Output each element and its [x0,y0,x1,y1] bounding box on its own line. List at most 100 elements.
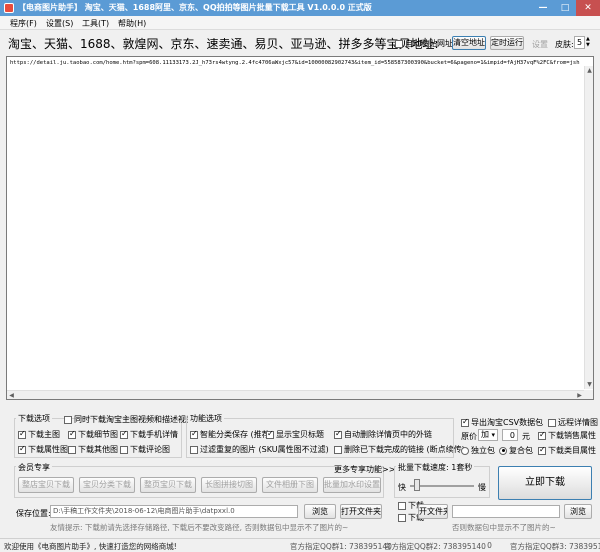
sync-video-option[interactable]: 同时下载淘宝主图视频和描述视频 [64,414,194,425]
export-csv-option[interactable]: 导出淘宝CSV数据包 [461,417,543,428]
batch-watermark-button[interactable]: 批量加水印设置 [323,477,381,493]
delete-done-links-label: 删除已下载完成的链接 (断点续传) [344,445,465,454]
download-attr-image-label: 下载属性图 [28,445,68,454]
url-label: 淘宝、天猫、1688、敦煌网、京东、速卖通、易贝、亚马逊、拼多多等宝贝地址: [8,37,439,51]
download-review-image-checkbox[interactable] [120,445,128,454]
scroll-corner [584,390,593,399]
album-download-button[interactable]: 文件相册下图 [262,477,318,493]
standalone-package-option[interactable]: 独立包 [461,445,495,456]
download-attr-image-option[interactable]: 下载属性图 [18,444,68,455]
open-folder-button[interactable]: 打开文件夹 [340,504,382,519]
smart-classify-option[interactable]: 智能分类保存 (推荐) [190,429,273,440]
status-bar: 欢迎使用《电商图片助手》, 快速打造您的网络商城! 官方指定QQ群1: 7383… [0,538,600,552]
download-attr-image-checkbox[interactable] [18,444,26,454]
auto-delete-links-option[interactable]: 自动删除详情页中的外链 [334,429,432,440]
price-op-select[interactable]: 加 [478,429,498,441]
save-path-input[interactable]: D:\手稿工作文件夹\2018-06-12\电商图片助手\datpxxl.0 [50,505,298,518]
download-detail-image-option[interactable]: 下载细节图 [68,429,118,440]
whole-shop-download-button[interactable]: 整店宝贝下载 [18,477,74,493]
price-label: 原价 [461,432,477,441]
menu-tools[interactable]: 工具(T) [82,18,109,29]
menu-program[interactable]: 程序(F) [10,18,37,29]
maximize-button[interactable]: □ [554,0,576,16]
download-mobile-detail-checkbox[interactable] [120,429,128,439]
download-category-attr-checkbox[interactable] [538,445,546,455]
composite-package-option[interactable]: 复合包 [499,445,533,456]
composite-package-radio[interactable] [499,446,507,455]
sync-video-checkbox[interactable] [64,415,72,424]
export-csv-checkbox[interactable] [461,417,469,427]
overlay-open-folder-button[interactable]: 开文件夹 [418,504,448,519]
speed-slow-label: 慢 [478,483,486,492]
menu-help[interactable]: 帮助(H) [118,18,146,29]
download-main-image-checkbox[interactable] [18,429,26,439]
scroll-down-icon[interactable]: ▼ [585,380,594,389]
download-sales-attr-option[interactable]: 下载销售属性 [538,430,596,441]
window-title: 【电商图片助手】 淘宝、天猫、1688阿里、京东、QQ拍拍等图片批量下载工具 V… [18,3,372,12]
delete-done-links-checkbox[interactable] [334,445,342,454]
settings-link[interactable]: 设置 [532,39,548,50]
price-unit: 元 [522,432,530,441]
welcome-text: 欢迎使用《电商图片助手》, 快速打造您的网络商城! [4,542,177,551]
spin-down-icon[interactable]: ▼ [586,42,590,48]
menu-bar: 程序(F) 设置(S) 工具(T) 帮助(H) [0,16,600,30]
delete-done-links-option[interactable]: 删除已下载完成的链接 (断点续传) [334,444,465,455]
browse-button[interactable]: 浏览 [304,504,336,519]
long-image-split-button[interactable]: 长图拼接切图 [201,477,257,493]
url-input-area[interactable]: https://detail.ju.taobao.com/home.htm?sp… [6,56,594,400]
overlay-checkbox-1[interactable] [398,501,406,510]
auto-delete-links-checkbox[interactable] [334,429,342,439]
title-bar[interactable]: 【电商图片助手】 淘宝、天猫、1688阿里、京东、QQ拍拍等图片批量下载工具 V… [0,0,600,16]
overlay-browse-button[interactable]: 浏览 [564,504,592,519]
qq-group-1: 官方指定QQ群1: 738395140 [290,542,392,551]
whole-page-download-button[interactable]: 整页宝贝下载 [140,477,196,493]
composite-package-label: 复合包 [509,446,533,455]
timer-run-button[interactable]: 定时运行 [490,36,524,50]
smart-classify-checkbox[interactable] [190,429,198,439]
price-value-input[interactable]: 0 [502,429,518,441]
minimize-button[interactable]: — [532,0,554,16]
category-download-button[interactable]: 宝贝分类下载 [79,477,135,493]
download-review-image-label: 下载评论图 [130,445,170,454]
download-other-image-option[interactable]: 下载其他图 [68,444,118,455]
download-other-image-label: 下载其他图 [78,445,118,454]
download-category-attr-label: 下载类目属性 [548,446,596,455]
download-now-button[interactable]: 立即下载 [498,466,592,500]
scroll-left-icon[interactable]: ◀ [7,391,16,400]
download-sales-attr-checkbox[interactable] [538,430,546,440]
download-main-image-label: 下载主图 [28,430,60,439]
horizontal-scrollbar[interactable]: ◀ ▶ [7,390,584,399]
remote-detail-option[interactable]: 远程详情图 [548,417,598,428]
vertical-scrollbar[interactable]: ▲ ▼ [584,66,593,389]
smart-classify-label: 智能分类保存 (推荐) [200,430,273,439]
download-detail-image-checkbox[interactable] [68,429,76,439]
menu-settings[interactable]: 设置(S) [46,18,73,29]
vip-label: 会员专享 [16,462,52,473]
standalone-package-radio[interactable] [461,446,469,455]
download-main-image-option[interactable]: 下载主图 [18,429,60,440]
filter-duplicate-checkbox[interactable] [190,445,198,454]
show-title-option[interactable]: 显示宝贝标题 [266,429,324,440]
close-button[interactable]: ✕ [576,0,600,16]
clear-url-button[interactable]: 清空地址 [452,36,486,50]
remote-detail-checkbox[interactable] [548,418,556,427]
auto-paste-checkbox[interactable] [395,39,403,48]
skin-spinner[interactable]: ▲ ▼ [586,36,590,48]
auto-paste-option[interactable]: 自动粘贴网址 [395,38,453,49]
download-other-image-checkbox[interactable] [68,445,76,454]
more-vip-features-link[interactable]: 更多专享功能>>> [334,464,402,475]
filter-duplicate-option[interactable]: 过滤重复的图片 (SKU属性图不过滤) [190,444,329,455]
sync-video-label: 同时下载淘宝主图视频和描述视频 [74,415,194,424]
speed-fast-label: 快 [398,483,406,492]
scroll-up-icon[interactable]: ▲ [585,66,594,75]
remote-detail-label: 远程详情图 [558,418,598,427]
speed-slider-thumb[interactable] [414,479,421,491]
overlay-checkbox-2[interactable] [398,513,406,522]
skin-value[interactable]: 5 [574,36,585,49]
scroll-right-icon[interactable]: ▶ [575,391,584,400]
download-review-image-option[interactable]: 下载评论图 [120,444,170,455]
download-mobile-detail-option[interactable]: 下载手机详情 [120,429,178,440]
show-title-checkbox[interactable] [266,429,274,439]
overlay-path-field[interactable] [452,505,560,518]
download-category-attr-option[interactable]: 下载类目属性 [538,445,596,456]
